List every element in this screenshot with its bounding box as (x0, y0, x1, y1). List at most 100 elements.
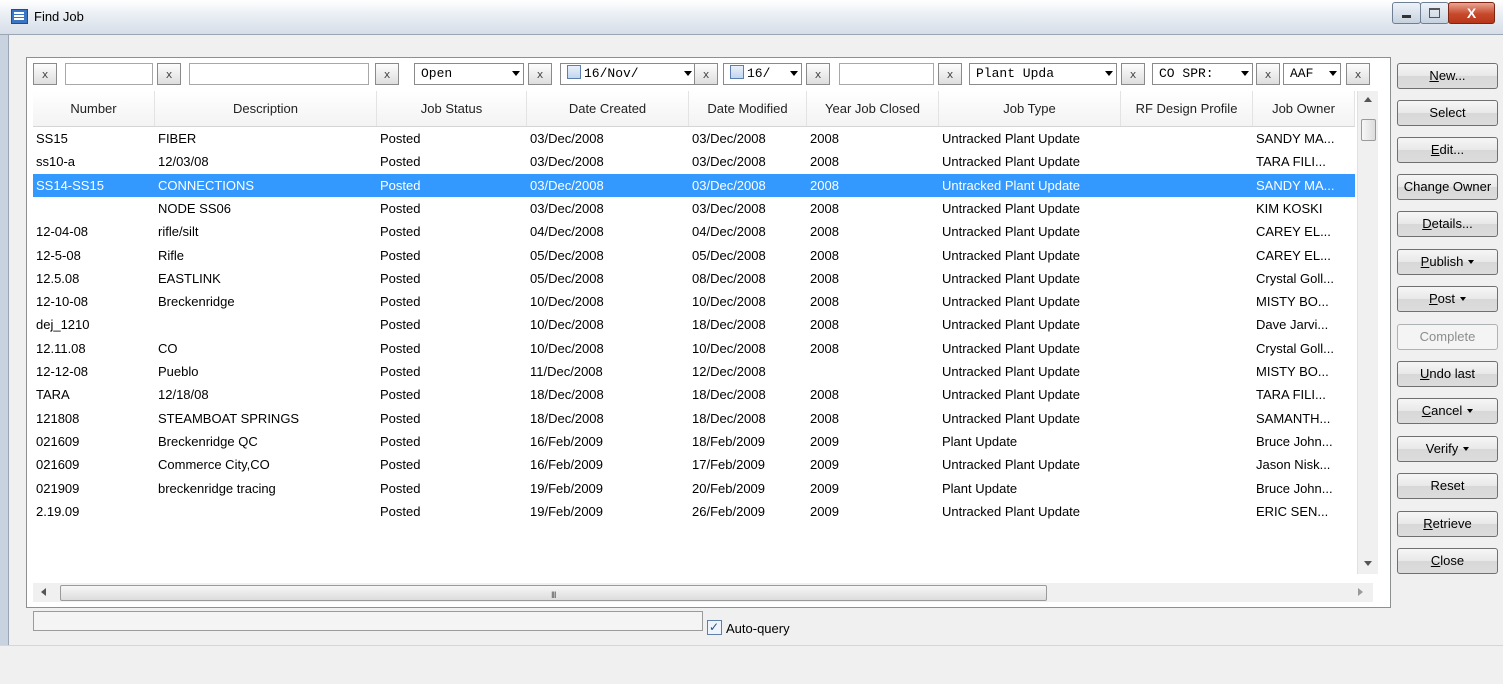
cell-status: Posted (380, 433, 421, 449)
cell-description: FIBER (158, 131, 197, 146)
column-header-year-job-closed[interactable]: Year Job Closed (807, 91, 939, 126)
cell-job-type: Untracked Plant Update (942, 317, 1081, 333)
cell-year-closed: 2008 (810, 270, 839, 286)
checkbox-checked-icon[interactable] (707, 618, 722, 636)
column-header-date-created[interactable]: Date Created (527, 91, 689, 126)
table-row[interactable]: 121808 STEAMBOAT SPRINGS Posted 18/Dec/2008… (33, 407, 1355, 430)
app-icon (11, 9, 28, 24)
table-row[interactable]: 12.11.08 CO Posted 10/Dec/2008 10/Dec/2008 20… (33, 337, 1355, 360)
table-row[interactable]: 021909 breckenridge tracing Posted 19/Feb/2… (33, 477, 1355, 500)
cell-description (155, 500, 377, 523)
clear-owner-filter-button[interactable]: x (1256, 63, 1280, 85)
table-row[interactable]: 12-04-08 rifle/silt Posted 04/Dec/2008 04/De… (33, 220, 1355, 243)
vertical-scroll-thumb[interactable] (1361, 119, 1376, 141)
horizontal-scroll-thumb[interactable]: III (60, 585, 1047, 601)
scroll-down-icon[interactable] (1364, 561, 1372, 566)
cell-status: Posted (380, 270, 421, 286)
column-header-description[interactable]: Description (155, 91, 377, 126)
table-row[interactable]: 021609 Commerce City,CO Posted 16/Feb/2009 1… (33, 453, 1355, 476)
table-row[interactable]: 12-12-08 Pueblo Posted 11/Dec/2008 12/Dec/20… (33, 360, 1355, 383)
table-row[interactable]: SS15 FIBER Posted 03/Dec/2008 03/Dec/2008 200… (33, 127, 1355, 150)
column-header-job-type[interactable]: Job Type (939, 91, 1121, 126)
edit-label: dit... (1439, 142, 1465, 157)
cell-modified: 18/Dec/2008 (692, 317, 766, 333)
horizontal-scrollbar[interactable]: III (33, 583, 1373, 602)
minimize-icon (1402, 14, 1411, 18)
cell-number (33, 197, 155, 220)
column-header-number[interactable]: Number (33, 91, 155, 126)
undo-last-button[interactable]: Undo last (1397, 361, 1498, 387)
cancel-button[interactable]: Cancel (1397, 398, 1498, 424)
scroll-right-icon[interactable] (1358, 588, 1363, 596)
select-button[interactable]: Select (1397, 100, 1498, 126)
date-modified-enable-checkbox[interactable] (730, 65, 744, 79)
clear-job-type-filter-button[interactable]: x (938, 63, 962, 85)
chevron-down-icon (1468, 260, 1475, 264)
table-row[interactable]: NODE SS06 Posted 03/Dec/2008 03/Dec/2008 200… (33, 197, 1355, 220)
cell-number: 021909 (36, 480, 80, 496)
table-row[interactable]: 2.19.09 Posted 19/Feb/2009 26/Feb/2009 2009 U… (33, 500, 1355, 523)
rf-profile-filter-dropdown[interactable]: CO SPR: (1152, 63, 1253, 85)
auto-query-checkbox[interactable]: Auto-query (707, 618, 790, 638)
table-row[interactable]: ss10-a 12/03/08 Posted 03/Dec/2008 03/Dec/20… (33, 150, 1355, 173)
table-row[interactable]: 12-5-08 Rifle Posted 05/Dec/2008 05/Dec/2008… (33, 244, 1355, 267)
number-filter-input[interactable] (65, 63, 153, 85)
date-created-enable-checkbox[interactable] (567, 65, 581, 79)
verify-button[interactable]: Verify (1397, 436, 1498, 462)
column-header-date-modified[interactable]: Date Modified (689, 91, 807, 126)
column-header-job-owner[interactable]: Job Owner (1253, 91, 1355, 126)
clear-year-filter-button[interactable]: x (806, 63, 830, 85)
cell-status: Posted (380, 224, 421, 240)
title-bar[interactable]: Find Job X (0, 0, 1503, 35)
clear-created-filter-button[interactable]: x (528, 63, 552, 85)
close-button[interactable]: Close (1397, 548, 1498, 574)
job-owner-filter-dropdown[interactable]: AAF (1283, 63, 1341, 85)
column-header-job-status[interactable]: Job Status (377, 91, 527, 126)
undo-last-label: ndo last (1429, 366, 1475, 381)
table-row[interactable]: dej_1210 Posted 10/Dec/2008 18/Dec/2008 2008… (33, 313, 1355, 336)
publish-button[interactable]: Publish (1397, 249, 1498, 275)
table-row[interactable]: 021609 Breckenridge QC Posted 16/Feb/2009 18… (33, 430, 1355, 453)
cell-job-type: Untracked Plant Update (942, 224, 1081, 240)
scroll-left-icon[interactable] (41, 588, 46, 596)
job-results-grid[interactable]: Number Description Job Status Date Creat… (33, 91, 1355, 574)
clear-extra-filter-button[interactable]: x (1346, 63, 1370, 85)
date-created-filter-picker[interactable]: 16/Nov/ (560, 63, 696, 85)
description-filter-input[interactable] (189, 63, 369, 85)
clear-rf-profile-filter-button[interactable]: x (1121, 63, 1145, 85)
table-row[interactable]: 12.5.08 EASTLINK Posted 05/Dec/2008 08/Dec/2… (33, 267, 1355, 290)
details-button[interactable]: Details... (1397, 211, 1498, 237)
close-window-button[interactable]: X (1448, 2, 1495, 24)
cell-owner: Bruce John... (1256, 433, 1333, 449)
clear-status-filter-button[interactable]: x (375, 63, 399, 85)
cell-year-closed: 2008 (810, 317, 839, 333)
minimize-button[interactable] (1392, 2, 1421, 24)
table-row[interactable]: SS14-SS15 CONNECTIONS Posted 03/Dec/2008 03/… (33, 173, 1355, 197)
scroll-up-icon[interactable] (1364, 97, 1372, 102)
edit-button[interactable]: Edit... (1397, 137, 1498, 163)
cell-job-type: Untracked Plant Update (942, 457, 1081, 473)
new-button[interactable]: New... (1397, 63, 1498, 89)
year-closed-filter-input[interactable] (839, 63, 934, 85)
post-button[interactable]: Post (1397, 286, 1498, 312)
complete-button[interactable]: Complete (1397, 324, 1498, 350)
job-type-filter-dropdown[interactable]: Plant Upda (969, 63, 1117, 85)
details-label: etails... (1431, 216, 1473, 231)
column-header-rf-design-profile[interactable]: RF Design Profile (1121, 91, 1253, 126)
cell-modified: 12/Dec/2008 (692, 364, 766, 379)
job-status-filter-dropdown[interactable]: Open (414, 63, 524, 85)
clear-modified-filter-button[interactable]: x (694, 63, 718, 85)
retrieve-mnemonic: R (1423, 516, 1433, 531)
retrieve-button[interactable]: Retrieve (1397, 511, 1498, 537)
table-row[interactable]: TARA 12/18/08 Posted 18/Dec/2008 18/Dec/2008… (33, 383, 1355, 406)
table-row[interactable]: 12-10-08 Breckenridge Posted 10/Dec/2008 10/… (33, 290, 1355, 313)
cell-modified: 05/Dec/2008 (692, 247, 766, 263)
vertical-scrollbar[interactable] (1357, 91, 1378, 574)
reset-button[interactable]: Reset (1397, 473, 1498, 499)
maximize-button[interactable] (1420, 2, 1449, 24)
clear-description-filter-button[interactable]: x (157, 63, 181, 85)
change-owner-button[interactable]: Change Owner (1397, 174, 1498, 200)
clear-number-filter-button[interactable]: x (33, 63, 57, 85)
cell-status: Posted (380, 364, 421, 379)
date-modified-filter-picker[interactable]: 16/ (723, 63, 802, 85)
